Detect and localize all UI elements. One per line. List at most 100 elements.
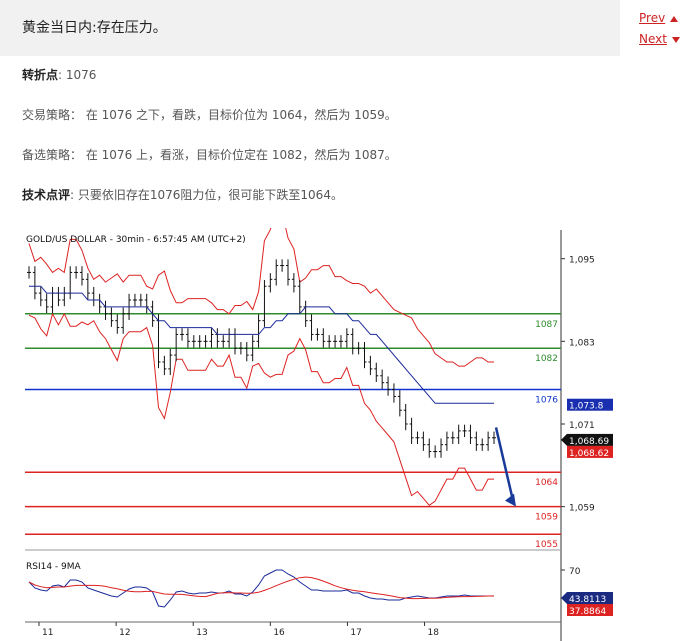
level-label-1082: 1082 [535, 354, 558, 364]
price-bar [115, 314, 120, 334]
price-tag-pointer [561, 433, 567, 446]
bollinger-lower-band [28, 312, 494, 506]
price-bar [233, 328, 238, 355]
price-bar [121, 307, 126, 334]
strategy-text: 在 1076 之下，看跌，目标价位为 1064，然后为 1059。 [85, 108, 397, 122]
price-tag-label: 1,068.69 [569, 437, 609, 447]
y-tick-label: 1,059 [569, 504, 595, 514]
x-tick-label: 17 [350, 628, 361, 638]
price-bar [50, 286, 55, 314]
x-tick-label: 13 [196, 628, 207, 638]
price-bar [468, 424, 473, 444]
price-bar [309, 314, 314, 341]
price-bar [79, 266, 84, 286]
price-bar [238, 342, 243, 355]
price-bar [397, 390, 402, 417]
price-bar [492, 431, 496, 444]
alt-strategy-label: 备选策略： [22, 148, 83, 162]
pivot-label: 转折点 [22, 68, 59, 82]
chart-title: GOLD/US DOLLAR - 30min - 6:57:45 AM (UTC… [26, 235, 246, 245]
price-bar [409, 417, 414, 444]
prev-label: Prev [639, 11, 666, 25]
price-bar [215, 328, 220, 348]
price-bar [433, 445, 438, 458]
pagination-nav: Prev Next [639, 8, 680, 50]
price-bar [368, 355, 373, 376]
price-bar [439, 438, 444, 458]
price-tag-label: 1,068.62 [569, 449, 609, 459]
header-bar: 黄金当日内:存在压力。 [0, 0, 620, 56]
moving-average-line [29, 285, 494, 404]
price-bar [168, 348, 173, 376]
price-bar [262, 280, 267, 327]
x-tick-label: 12 [119, 628, 130, 638]
strategy-line: 交易策略： 在 1076 之下，看跌，目标价位为 1064，然后为 1059。 [22, 106, 397, 123]
level-label-1055: 1055 [535, 540, 558, 550]
price-bar [38, 286, 43, 307]
price-bar [62, 286, 67, 307]
price-bar [97, 293, 102, 314]
price-bar [185, 328, 190, 348]
x-tick-label: 11 [42, 628, 53, 638]
price-bar [162, 355, 167, 376]
price-bar [374, 362, 379, 382]
alt-strategy-text: 在 1076 上，看涨，目标价位定在 1082，然后为 1087。 [85, 148, 397, 162]
price-bar [421, 431, 426, 451]
tech-comment-text: : 只要依旧存在1076阻力位，很可能下跌至1064。 [70, 188, 343, 202]
price-bar [403, 404, 408, 431]
price-bar [27, 266, 31, 279]
gold-price-chart: 1087 1082 1076 1064 1059 1055 1,095 1,083 1,071… [25, 228, 613, 641]
price-bar [380, 369, 385, 389]
caret-down-icon [672, 36, 680, 43]
next-link[interactable]: Next [639, 29, 680, 50]
price-bar [444, 431, 449, 451]
price-bar [356, 342, 361, 355]
price-bar [321, 328, 326, 348]
price-bar [44, 293, 49, 314]
price-bar [486, 431, 491, 451]
price-bar [244, 342, 249, 362]
price-bar [138, 293, 143, 307]
pivot-value: : 1076 [58, 68, 97, 82]
rsi-tag-label: 37.8864 [569, 607, 606, 617]
strategy-label: 交易策略： [22, 108, 83, 122]
level-label-1076: 1076 [535, 396, 558, 406]
y-tick-label: 1,095 [569, 256, 595, 266]
rsi-tick-label: 70 [569, 567, 581, 577]
y-tick-label: 1,083 [569, 338, 595, 348]
price-bar [32, 266, 37, 300]
alt-strategy-line: 备选策略： 在 1076 上，看涨，目标价位定在 1082，然后为 1087。 [22, 146, 397, 163]
price-bar [68, 266, 73, 300]
price-bar [315, 328, 320, 341]
price-bar [280, 259, 285, 272]
rsi-line [28, 569, 494, 608]
bollinger-upper-band [28, 228, 494, 367]
price-bar [268, 273, 273, 293]
rsi-label: RSI14 - 9MA [26, 562, 82, 572]
price-bar [144, 293, 149, 314]
price-bar [197, 335, 202, 348]
price-bar [415, 431, 420, 444]
pivot-line: 转折点: 1076 [22, 66, 96, 83]
rsi-tag-pointer [561, 592, 567, 604]
prev-link[interactable]: Prev [639, 8, 680, 29]
price-bar [203, 335, 208, 348]
rsi-tag-label: 43.8113 [569, 595, 606, 605]
price-bar [274, 259, 279, 286]
level-label-1059: 1059 [535, 513, 558, 523]
price-bar [191, 335, 196, 348]
price-bar [227, 328, 232, 348]
y-tick-label: 1,071 [569, 421, 595, 431]
price-bar [74, 266, 79, 279]
caret-up-icon [670, 15, 679, 22]
price-bar [174, 328, 179, 362]
price-bar [156, 314, 161, 369]
price-bar [132, 293, 137, 307]
price-bar [209, 328, 214, 348]
level-label-1087: 1087 [535, 320, 558, 330]
tech-comment-line: 技术点评: 只要依旧存在1076阻力位，很可能下跌至1064。 [22, 186, 343, 203]
price-bar [427, 438, 432, 458]
price-bar [109, 307, 114, 327]
price-tag-label: 1,073.8 [569, 402, 604, 412]
level-label-1064: 1064 [535, 478, 558, 488]
